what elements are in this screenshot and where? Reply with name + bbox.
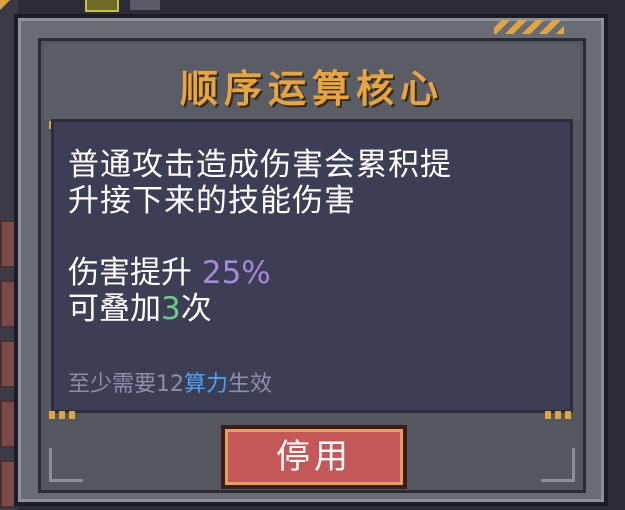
skill-dialog-panel: 顺序运算核心 普通攻击造成伤害会累积提 升接下来的技能伤害 伤害提升 25% 可… <box>38 38 586 493</box>
item-slot <box>130 0 160 10</box>
damage-boost-label: 伤害提升 <box>68 255 202 291</box>
stack-prefix: 可叠加 <box>68 291 161 327</box>
stack-count: 3 <box>161 291 181 327</box>
corner-marker-icon <box>0 0 10 10</box>
item-slot-icon[interactable] <box>85 0 119 12</box>
skill-description-box: 普通攻击造成伤害会累积提 升接下来的技能伤害 伤害提升 25% 可叠加3次 至少… <box>51 119 573 413</box>
damage-boost-line: 伤害提升 25% <box>68 256 271 290</box>
damage-boost-value: 25% <box>201 255 271 291</box>
hazard-stripes <box>494 20 564 34</box>
disable-button[interactable]: 停用 <box>221 425 407 489</box>
rivet-decoration <box>49 411 79 419</box>
stack-suffix: 次 <box>180 291 212 327</box>
circuit-decoration-icon <box>49 448 83 482</box>
requirement-note: 至少需要12算力生效 <box>68 366 272 398</box>
description-line-2: 升接下来的技能伤害 <box>68 183 356 219</box>
skill-title: 顺序运算核心 <box>179 67 444 111</box>
requirement-prefix: 至少需要12 <box>68 372 184 397</box>
description-line-1: 普通攻击造成伤害会累积提 <box>68 147 452 183</box>
requirement-highlight: 算力 <box>184 372 229 397</box>
circuit-decoration-icon <box>541 448 575 482</box>
stack-line: 可叠加3次 <box>68 292 212 326</box>
requirement-suffix: 生效 <box>228 372 273 397</box>
title-band: 顺序运算核心 <box>44 44 580 120</box>
rivet-decoration <box>545 411 575 419</box>
